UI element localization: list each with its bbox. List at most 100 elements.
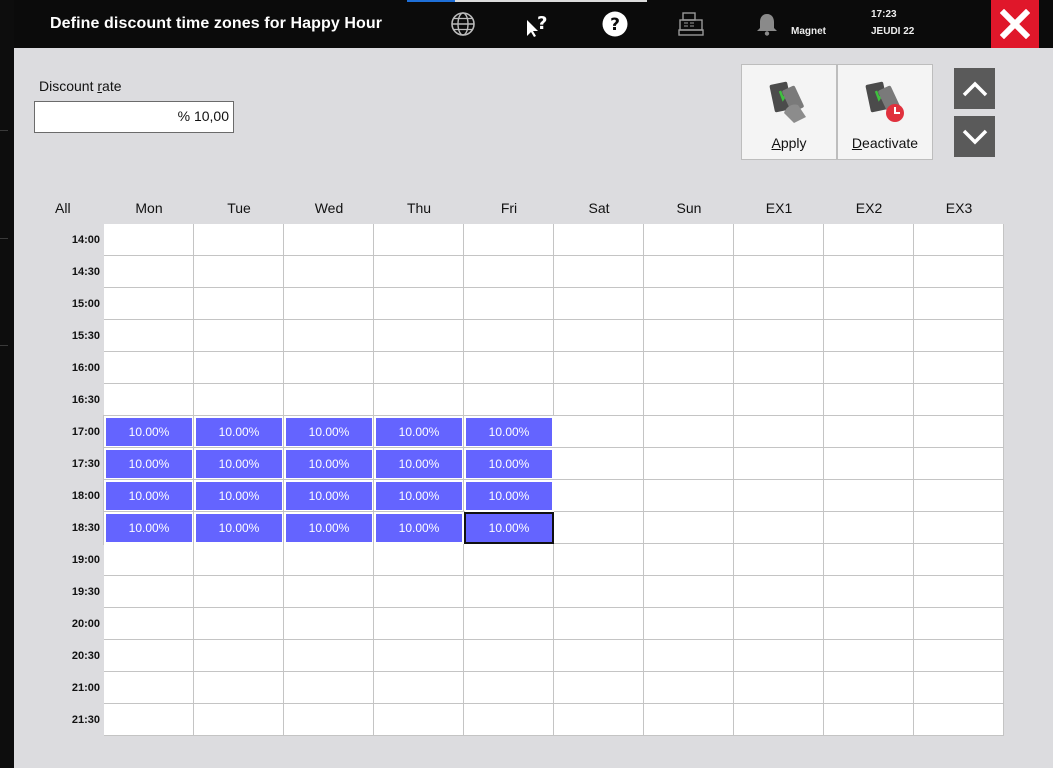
- row-header[interactable]: 17:00: [50, 426, 100, 438]
- row-header[interactable]: 14:00: [50, 234, 100, 246]
- grid-cell[interactable]: [914, 224, 1004, 256]
- grid-cell[interactable]: [194, 224, 284, 256]
- grid-cell[interactable]: [644, 448, 734, 480]
- grid-cell[interactable]: [104, 384, 194, 416]
- grid-cell[interactable]: [644, 224, 734, 256]
- row-header[interactable]: 14:30: [50, 266, 100, 278]
- grid-cell[interactable]: [914, 448, 1004, 480]
- grid-cell[interactable]: [644, 256, 734, 288]
- grid-cell[interactable]: [644, 384, 734, 416]
- grid-cell[interactable]: [554, 544, 644, 576]
- grid-cell[interactable]: [824, 224, 914, 256]
- grid-cell[interactable]: [194, 288, 284, 320]
- grid-cell[interactable]: [374, 320, 464, 352]
- column-header-ex2[interactable]: EX2: [824, 200, 914, 216]
- row-header[interactable]: 18:30: [50, 522, 100, 534]
- grid-cell[interactable]: [554, 352, 644, 384]
- grid-cell[interactable]: [464, 384, 554, 416]
- grid-cell[interactable]: [284, 224, 374, 256]
- apply-button[interactable]: Apply: [741, 64, 837, 160]
- grid-cell[interactable]: [554, 384, 644, 416]
- grid-cell[interactable]: [824, 288, 914, 320]
- grid-cell[interactable]: [554, 320, 644, 352]
- grid-cell[interactable]: [464, 320, 554, 352]
- column-header-mon[interactable]: Mon: [104, 200, 194, 216]
- grid-cell[interactable]: [554, 512, 644, 544]
- column-header-tue[interactable]: Tue: [194, 200, 284, 216]
- grid-cell[interactable]: [734, 544, 824, 576]
- grid-cell[interactable]: [104, 672, 194, 704]
- grid-cell[interactable]: [644, 640, 734, 672]
- grid-cell[interactable]: [824, 608, 914, 640]
- grid-cell[interactable]: [734, 224, 824, 256]
- column-header-ex3[interactable]: EX3: [914, 200, 1004, 216]
- grid-cell[interactable]: [824, 544, 914, 576]
- grid-cell[interactable]: [374, 640, 464, 672]
- grid-cell[interactable]: [644, 544, 734, 576]
- close-button[interactable]: [991, 0, 1039, 48]
- grid-cell-active[interactable]: 10.00%: [193, 479, 285, 513]
- grid-cell[interactable]: [464, 352, 554, 384]
- grid-cell[interactable]: [734, 448, 824, 480]
- grid-cell[interactable]: [104, 320, 194, 352]
- grid-cell[interactable]: [284, 576, 374, 608]
- grid-cell[interactable]: [554, 224, 644, 256]
- grid-cell[interactable]: [284, 256, 374, 288]
- row-header[interactable]: 15:00: [50, 298, 100, 310]
- grid-cell[interactable]: [374, 224, 464, 256]
- bell-icon[interactable]: [753, 10, 781, 38]
- grid-cell[interactable]: [194, 576, 284, 608]
- row-header[interactable]: 15:30: [50, 330, 100, 342]
- grid-cell-active[interactable]: 10.00%: [103, 415, 195, 449]
- grid-cell[interactable]: [824, 384, 914, 416]
- grid-cell-active[interactable]: 10.00%: [283, 511, 375, 545]
- grid-cell[interactable]: [554, 672, 644, 704]
- grid-cell[interactable]: [284, 608, 374, 640]
- grid-cell[interactable]: [104, 704, 194, 736]
- grid-cell[interactable]: [824, 416, 914, 448]
- grid-cell[interactable]: [374, 544, 464, 576]
- grid-cell[interactable]: [824, 256, 914, 288]
- grid-cell[interactable]: [734, 640, 824, 672]
- grid-cell[interactable]: [914, 480, 1004, 512]
- grid-cell[interactable]: [194, 704, 284, 736]
- grid-cell[interactable]: [914, 672, 1004, 704]
- grid-cell[interactable]: [824, 672, 914, 704]
- row-header[interactable]: 18:00: [50, 490, 100, 502]
- grid-cell[interactable]: [824, 352, 914, 384]
- grid-cell[interactable]: [284, 704, 374, 736]
- grid-cell[interactable]: [284, 544, 374, 576]
- grid-cell-active[interactable]: 10.00%: [193, 511, 285, 545]
- grid-cell[interactable]: [824, 320, 914, 352]
- grid-cell-active[interactable]: 10.00%: [283, 479, 375, 513]
- grid-cell[interactable]: [644, 416, 734, 448]
- grid-cell[interactable]: [374, 384, 464, 416]
- grid-cell[interactable]: [284, 384, 374, 416]
- grid-cell[interactable]: [194, 256, 284, 288]
- grid-cell[interactable]: [914, 544, 1004, 576]
- grid-cell[interactable]: [554, 288, 644, 320]
- row-header[interactable]: 21:00: [50, 682, 100, 694]
- grid-cell-active[interactable]: 10.00%: [103, 511, 195, 545]
- grid-cell[interactable]: [194, 672, 284, 704]
- grid-cell[interactable]: [464, 224, 554, 256]
- cash-register-icon[interactable]: [677, 10, 705, 38]
- grid-cell-active[interactable]: 10.00%: [103, 479, 195, 513]
- grid-cell[interactable]: [554, 448, 644, 480]
- grid-cell[interactable]: [194, 640, 284, 672]
- row-header[interactable]: 20:30: [50, 650, 100, 662]
- grid-cell-active[interactable]: 10.00%: [463, 415, 555, 449]
- help-pointer-icon[interactable]: ?: [524, 10, 552, 38]
- grid-cell-active[interactable]: 10.00%: [193, 415, 285, 449]
- column-header-ex1[interactable]: EX1: [734, 200, 824, 216]
- grid-cell[interactable]: [734, 480, 824, 512]
- row-header[interactable]: 19:30: [50, 586, 100, 598]
- grid-cell[interactable]: [464, 640, 554, 672]
- grid-cell[interactable]: [644, 608, 734, 640]
- grid-cell[interactable]: [824, 512, 914, 544]
- grid-cell[interactable]: [464, 544, 554, 576]
- grid-cell[interactable]: [104, 576, 194, 608]
- grid-cell[interactable]: [644, 320, 734, 352]
- row-header[interactable]: 17:30: [50, 458, 100, 470]
- grid-cell[interactable]: [914, 576, 1004, 608]
